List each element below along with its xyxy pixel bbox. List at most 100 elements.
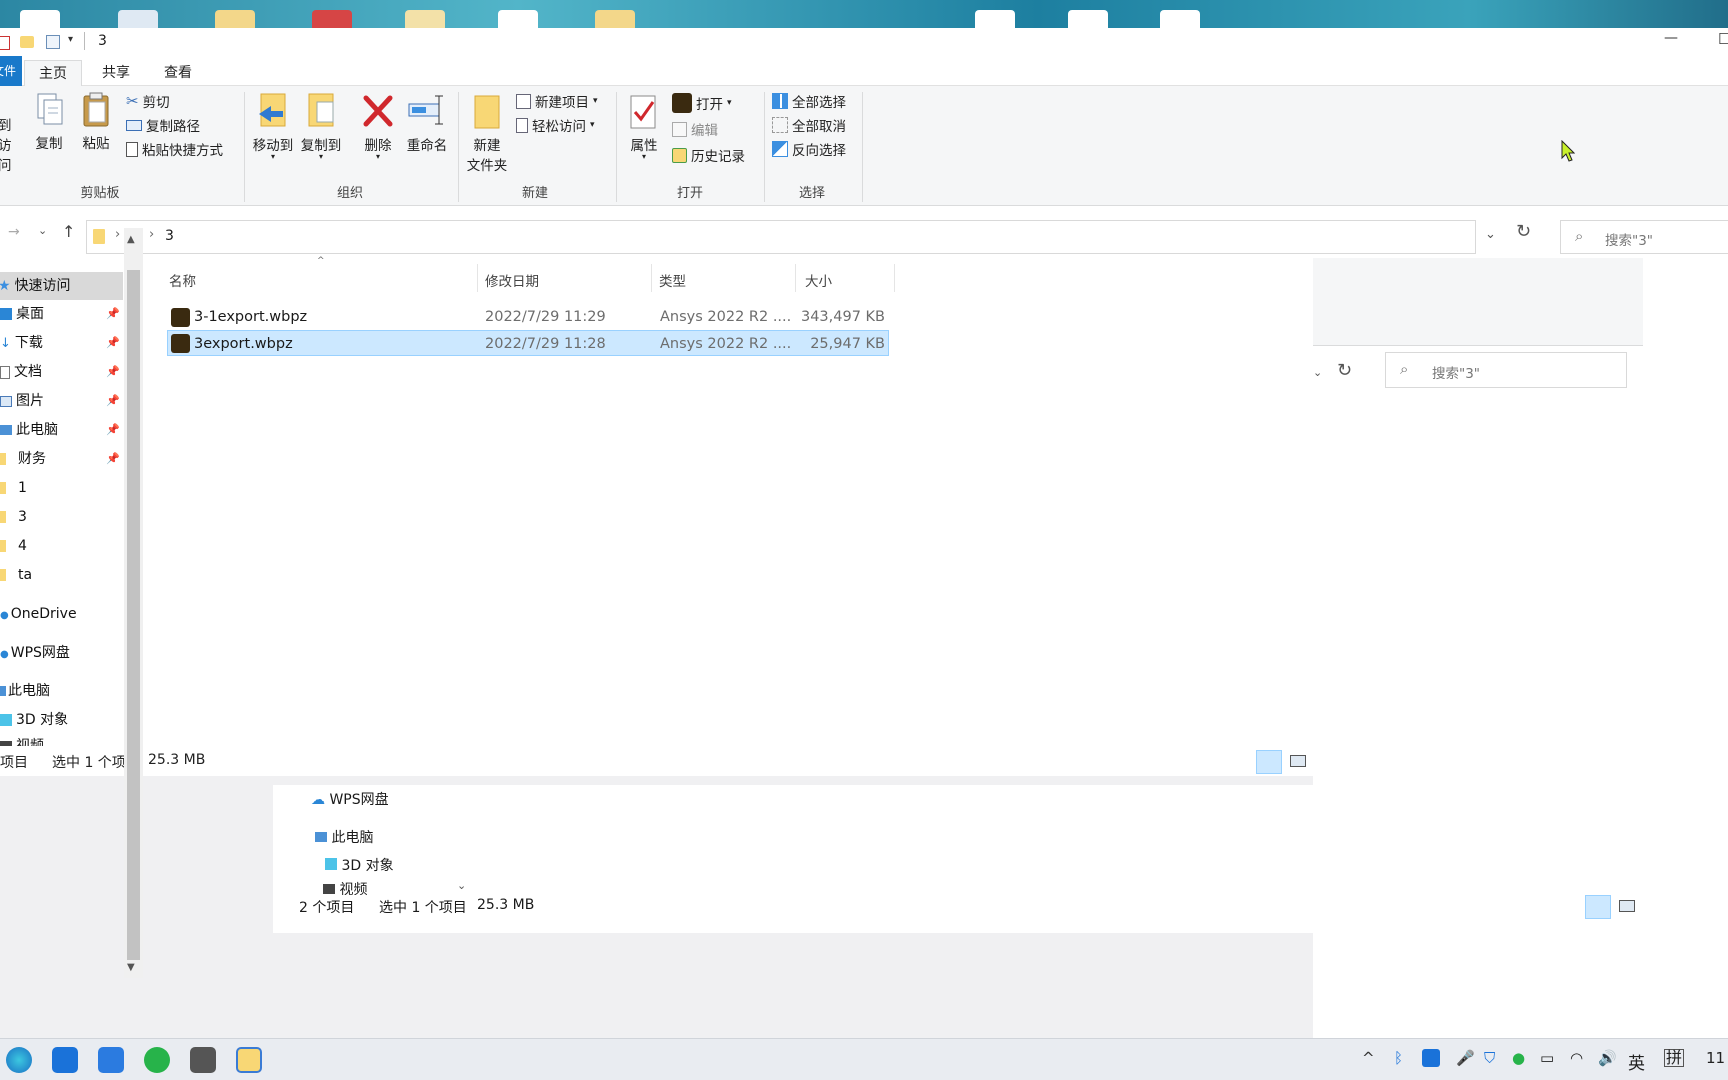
pin-icon[interactable]: 📌 [106,329,120,357]
new-item-button[interactable]: 新建项目 ▾ [516,90,598,112]
desktop-icon[interactable] [1068,10,1108,30]
nav-scroll-thumb[interactable] [127,270,140,960]
minimize-button[interactable]: — [1664,30,1678,46]
ghost-scroll-down-icon[interactable]: ⌄ [457,879,466,892]
ghost-search-box[interactable]: ⌕ 搜索"3" [1385,352,1627,388]
pin-icon[interactable]: 📌 [106,416,120,444]
desktop-icon[interactable] [405,10,445,30]
shield-icon[interactable]: ⛉ [1484,1049,1495,1067]
battery-icon[interactable]: ▭ [1540,1049,1554,1067]
sidebar-item-documents[interactable]: 文档 📌 [0,358,123,386]
folder-qat-icon[interactable] [20,36,34,48]
select-all-button[interactable]: 全部选择 [772,90,846,112]
sidebar-item-folder-4[interactable]: 4 [0,532,123,560]
forward-arrow-icon[interactable]: → [8,224,20,240]
ghost-details-view-icon[interactable] [1585,895,1611,919]
ime-mode-indicator[interactable]: 拼 [1664,1049,1685,1067]
desktop-icon[interactable] [20,10,60,30]
ghost-nav-this-pc[interactable]: 此电脑 [315,827,373,847]
table-row-selected[interactable]: 3export.wbpz 2022/7/29 11:28 Ansys 2022 … [167,330,889,356]
wps-writer-icon[interactable] [98,1047,124,1073]
select-none-button[interactable]: 全部取消 [772,114,846,136]
properties-button[interactable]: 属性 ▾ [624,94,664,161]
sidebar-item-wps-drive[interactable]: ● WPS网盘 [0,639,123,667]
ime-language-indicator[interactable]: 英 [1628,1049,1645,1074]
copy-path-button[interactable]: 复制路径 [126,114,200,136]
sidebar-item-quick-access[interactable]: ★ 快速访问 [0,272,123,300]
sidebar-item-folder-ta[interactable]: ta [0,561,123,589]
history-button[interactable]: 历史记录 [672,144,745,166]
breadcrumb-item[interactable]: 3 [165,228,174,244]
file-explorer-icon[interactable] [236,1047,262,1073]
pin-icon[interactable]: 📌 [106,387,120,415]
breadcrumb-chevron-icon[interactable]: › [149,227,154,242]
workbench-icon[interactable] [190,1047,216,1073]
desktop-icon[interactable] [215,10,255,30]
sidebar-item-3d-objects[interactable]: 3D 对象 [0,706,123,734]
copy-button[interactable]: 复制 [32,92,66,152]
paste-shortcut-button[interactable]: 粘贴快捷方式 [126,138,223,160]
maximize-button[interactable]: ☐ [1718,30,1728,48]
sidebar-item-downloads[interactable]: ↓ 下载 📌 [0,329,123,357]
new-folder-button[interactable]: 新建 文件夹 [462,94,512,174]
copy-to-button[interactable]: 复制到 ▾ [298,92,344,161]
column-header-modified[interactable]: 修改日期 [485,270,539,290]
desktop-icon[interactable] [118,10,158,30]
pin-quick-access-button[interactable]: 到 访问 [0,116,22,176]
refresh-icon[interactable]: ↻ [1516,221,1531,242]
recent-chevron-down-icon[interactable]: ⌄ [38,224,47,237]
desktop-icon[interactable] [975,10,1015,30]
properties-qat-icon[interactable] [0,36,10,50]
details-view-icon[interactable] [1256,750,1282,774]
tab-home[interactable]: 主页 [24,60,82,86]
desktop-icon[interactable] [498,10,538,30]
tab-file[interactable]: 文件 [0,56,22,86]
invert-selection-button[interactable]: 反向选择 [772,138,846,160]
open-button[interactable]: 打开 ▾ [672,92,732,114]
qat-dropdown-icon[interactable]: ▾ [68,34,73,45]
microphone-icon[interactable]: 🎤 [1456,1049,1475,1067]
desktop-icon[interactable] [312,10,352,30]
column-separator[interactable] [477,264,478,292]
ghost-large-icons-view-icon[interactable] [1619,900,1635,912]
scroll-down-icon[interactable]: ▼ [127,962,135,973]
desktop-icon[interactable] [595,10,635,30]
sidebar-item-videos[interactable]: 视频 [0,732,123,746]
bluetooth-icon[interactable]: ᛒ [1394,1049,1403,1067]
copy-qat-icon[interactable] [46,35,60,49]
column-header-type[interactable]: 类型 [659,270,686,290]
paste-button[interactable]: 粘贴 [78,92,114,152]
ghost-refresh-icon[interactable]: ↻ [1337,360,1352,381]
sidebar-item-finance[interactable]: 财务 📌 [0,445,123,473]
wechat-icon[interactable] [144,1047,170,1073]
sidebar-item-this-pc-pinned[interactable]: 此电脑 📌 [0,416,123,444]
tray-app-k-icon[interactable] [1422,1049,1440,1067]
search-box[interactable]: ⌕ 搜索"3" [1560,220,1728,254]
easy-access-button[interactable]: 轻松访问 ▾ [516,114,595,136]
rename-button[interactable]: 重命名 [402,92,452,154]
column-separator[interactable] [795,264,796,292]
address-history-chevron-icon[interactable]: ⌄ [1485,227,1496,242]
sidebar-item-onedrive[interactable]: ● OneDrive [0,600,123,628]
ghost-nav-wps[interactable]: ☁ WPS网盘 [311,789,389,809]
edge-browser-icon[interactable] [6,1047,32,1073]
edit-button[interactable]: 编辑 [672,118,718,140]
desktop-icon[interactable] [1160,10,1200,30]
delete-button[interactable]: 删除 ▾ [356,92,400,161]
pin-icon[interactable]: 📌 [106,445,120,473]
column-header-name[interactable]: 名称 [169,270,196,290]
pin-icon[interactable]: 📌 [106,358,120,386]
address-bar[interactable]: › 9 › 3 ⌄ [86,220,1496,254]
clock[interactable]: 11 [1706,1049,1725,1067]
column-separator[interactable] [894,264,895,292]
volume-icon[interactable]: 🔊 [1598,1049,1617,1067]
app-k-icon[interactable] [52,1047,78,1073]
column-header-size[interactable]: 大小 [805,270,832,290]
tray-chevron-up-icon[interactable]: ^ [1362,1049,1375,1067]
cut-button[interactable]: ✂ 剪切 [126,90,170,112]
pin-icon[interactable]: 📌 [106,300,120,328]
move-to-button[interactable]: 移动到 ▾ [250,92,296,161]
sidebar-item-folder-1[interactable]: 1 [0,474,123,502]
up-arrow-icon[interactable]: ↑ [62,222,75,241]
sidebar-item-this-pc[interactable]: 此电脑 [0,677,123,705]
